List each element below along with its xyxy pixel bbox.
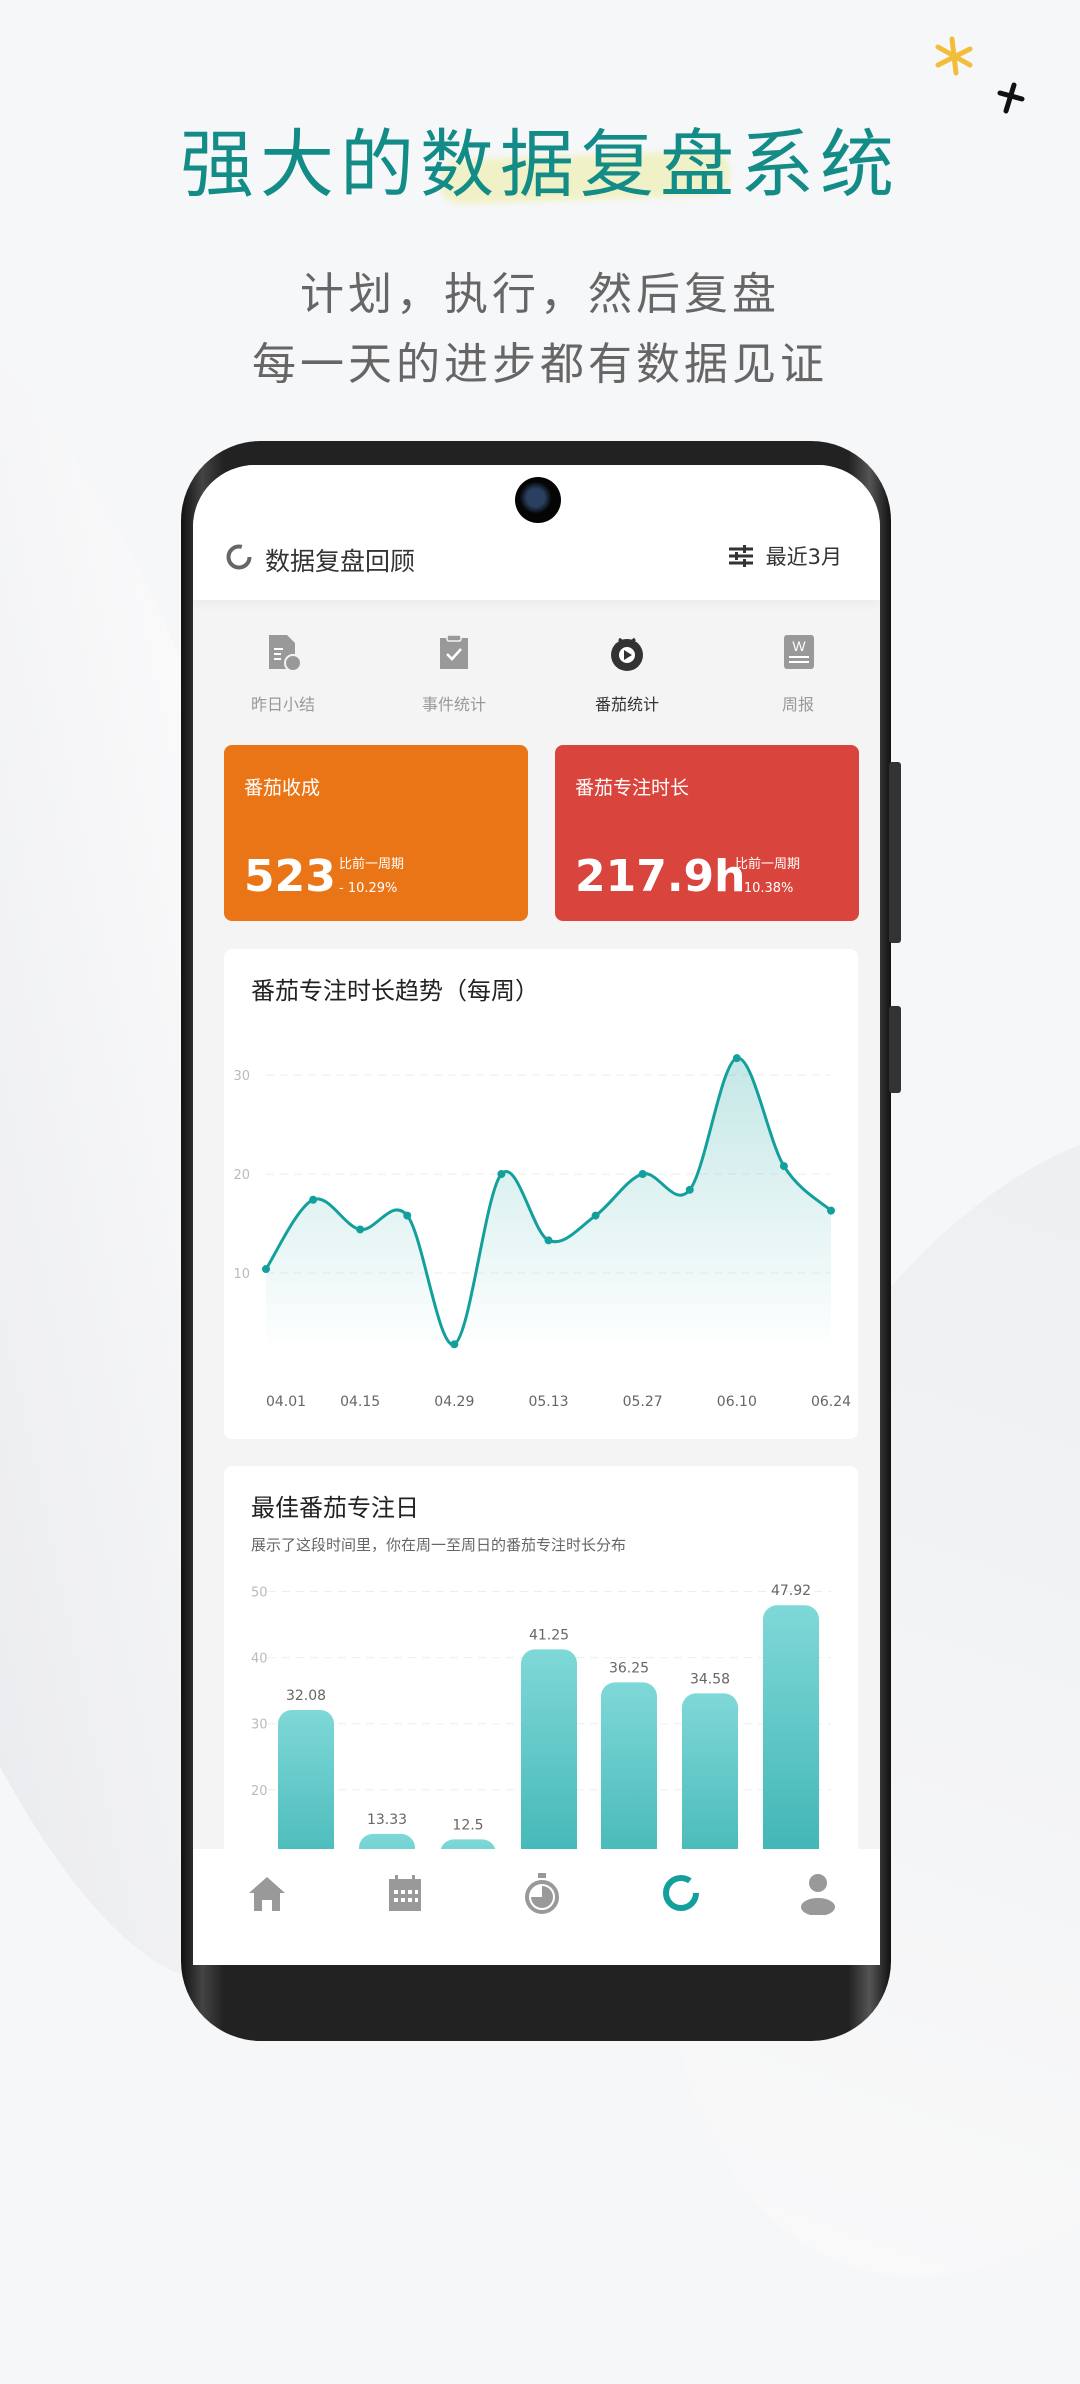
trend-area xyxy=(266,1058,831,1352)
clipboard-check-icon xyxy=(440,634,468,669)
svg-text:W: W xyxy=(792,638,806,654)
card-change: - 10.29% xyxy=(339,881,398,896)
data-point xyxy=(732,1054,741,1063)
stopwatch-icon[interactable] xyxy=(520,1871,564,1915)
focus-trend-line-chart: 10 20 30 04.01 04.15 04.29 05.13 05.27 06.10 06.2… xyxy=(233,1054,851,1410)
promo-subtitle-2: 每一天的进步都有数据见证 xyxy=(252,339,828,390)
star-decoration-icon xyxy=(935,36,1025,114)
header-title: 数据复盘回顾 xyxy=(265,547,416,576)
y-tick-label: 40 xyxy=(251,1652,268,1667)
y-tick-label: 10 xyxy=(233,1267,250,1282)
data-point xyxy=(450,1340,459,1349)
card-title: 番茄专注时长 xyxy=(575,777,690,799)
tab-tomato-stats[interactable]: 番茄统计 xyxy=(567,633,687,715)
card-value: 217.9h xyxy=(575,851,746,902)
sliders-icon xyxy=(728,544,753,567)
bottom-nav xyxy=(193,1849,880,1965)
range-filter-label: 最近3月 xyxy=(765,545,842,569)
data-point xyxy=(497,1170,506,1178)
focus-duration-card: 番茄专注时长 217.9h 比前一周期 - 10.38% xyxy=(555,745,859,921)
x-tick-label: 04.01 xyxy=(266,1394,306,1410)
promo-title: 强大的数据复盘系统 xyxy=(180,122,900,208)
bar-value-label: 13.33 xyxy=(367,1812,407,1828)
x-tick-label: 06.10 xyxy=(717,1394,757,1410)
x-tick-label: 06.24 xyxy=(811,1394,851,1410)
tab-label: 番茄统计 xyxy=(594,695,659,714)
tab-label: 事件统计 xyxy=(421,695,486,714)
data-point xyxy=(827,1206,835,1215)
x-tick-label: 04.29 xyxy=(434,1394,474,1410)
data-point xyxy=(356,1225,365,1234)
bar-value-label: 32.08 xyxy=(286,1688,326,1704)
card-change: - 10.38% xyxy=(735,881,794,896)
card-value: 523 xyxy=(244,851,336,902)
tomato-play-icon xyxy=(611,637,643,671)
promo-subtitle-1: 计划，执行，然后复盘 xyxy=(300,269,780,320)
x-tick-label: 05.13 xyxy=(528,1394,568,1410)
y-tick-label: 50 xyxy=(251,1586,268,1601)
word-doc-icon: W xyxy=(784,635,814,669)
doc-chart-icon xyxy=(269,635,302,672)
data-point xyxy=(309,1195,318,1204)
user-icon[interactable] xyxy=(796,1871,840,1915)
y-tick-label: 30 xyxy=(251,1718,268,1733)
data-point xyxy=(262,1265,270,1274)
home-icon[interactable] xyxy=(245,1871,289,1915)
bar-value-label: 34.58 xyxy=(690,1671,730,1687)
range-filter[interactable]: 最近3月 xyxy=(728,541,842,571)
data-point xyxy=(638,1170,647,1178)
data-point xyxy=(544,1236,553,1245)
tab-label: 周报 xyxy=(781,695,814,714)
app-header: 数据复盘回顾 最近3月 xyxy=(193,465,880,600)
data-point xyxy=(403,1211,412,1220)
phone-side-button xyxy=(889,1006,901,1093)
card-title: 番茄收成 xyxy=(244,777,321,799)
tomato-harvest-card: 番茄收成 523 比前一周期 - 10.29% xyxy=(224,745,528,921)
tab-label: 昨日小结 xyxy=(250,695,315,714)
tab-yesterday-summary[interactable]: 昨日小结 xyxy=(223,633,343,715)
tab-event-stats[interactable]: 事件统计 xyxy=(394,633,514,715)
x-tick-label: 04.15 xyxy=(340,1394,380,1410)
data-point xyxy=(685,1185,694,1194)
bar-value-label: 41.25 xyxy=(529,1627,569,1643)
card-compare-label: 比前一周期 xyxy=(735,857,801,872)
card-compare-label: 比前一周期 xyxy=(339,857,405,872)
front-camera xyxy=(515,477,561,523)
y-tick-label: 20 xyxy=(233,1168,250,1183)
data-point xyxy=(591,1211,600,1220)
focus-trend-panel: 番茄专注时长趋势（每周） 10 20 30 04.01 04.15 04.29 05.13 0… xyxy=(224,949,858,1439)
y-tick-label: 30 xyxy=(233,1069,250,1084)
bar-value-label: 47.92 xyxy=(771,1583,811,1599)
stats-ring-icon[interactable] xyxy=(659,1871,703,1915)
bar-value-label: 12.5 xyxy=(452,1817,483,1833)
phone-side-button xyxy=(889,762,901,943)
bar-value-label: 36.25 xyxy=(609,1660,649,1676)
app-screen: 数据复盘回顾 最近3月 昨日小结 事件统计 番茄统计 W 周报 番茄收成 523… xyxy=(193,465,880,1965)
ring-icon xyxy=(226,544,252,570)
x-tick-label: 05.27 xyxy=(623,1394,663,1410)
calendar-icon[interactable] xyxy=(383,1871,427,1915)
tab-weekly-report[interactable]: W 周报 xyxy=(738,633,858,715)
data-point xyxy=(779,1162,788,1171)
y-tick-label: 20 xyxy=(251,1784,268,1799)
